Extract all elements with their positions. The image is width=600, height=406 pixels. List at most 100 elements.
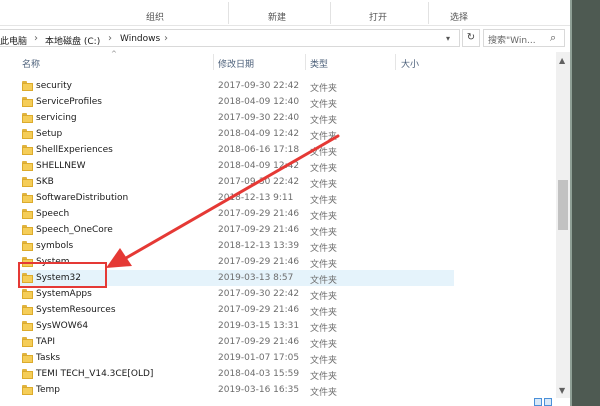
list-item[interactable]: Speech 2017-09-29 21:46 文件夹 [18, 206, 454, 222]
file-type: 文件夹 [310, 292, 338, 302]
ribbon-group-open[interactable]: 打开 [369, 10, 387, 23]
file-type: 文件夹 [310, 212, 338, 222]
breadcrumb[interactable]: 此电脑 › 本地磁盘 (C:) › Windows › ▾ [0, 29, 460, 47]
folder-icon [22, 81, 33, 91]
crumb-local-disk[interactable]: 本地磁盘 (C:) [45, 34, 100, 47]
file-type: 文件夹 [310, 148, 338, 158]
modified-date: 2019-03-15 13:31 [218, 321, 300, 331]
file-name: SHELLNEW [36, 161, 86, 171]
list-item[interactable]: servicing 2017-09-30 22:40 文件夹 [18, 110, 454, 126]
file-type: 文件夹 [310, 84, 338, 94]
file-name: SystemApps [36, 289, 92, 299]
modified-date: 2019-03-16 16:35 [218, 385, 300, 395]
list-item[interactable]: SysWOW64 2019-03-15 13:31 文件夹 [18, 318, 454, 334]
folder-icon [22, 177, 33, 187]
file-name: ServiceProfiles [36, 97, 102, 107]
search-placeholder: 搜索"Win... [488, 36, 536, 46]
ribbon-divider [228, 2, 229, 24]
list-item[interactable]: symbols 2018-12-13 13:39 文件夹 [18, 238, 454, 254]
file-name: ShellExperiences [36, 145, 113, 155]
column-header-size[interactable]: 大小 [401, 57, 419, 70]
file-type: 文件夹 [310, 180, 338, 190]
search-icon[interactable]: ⌕ [550, 31, 556, 45]
crumb-separator[interactable]: › [108, 33, 112, 44]
crumb-separator[interactable]: › [34, 33, 38, 44]
modified-date: 2019-03-13 8:57 [218, 273, 294, 283]
file-name: servicing [36, 113, 77, 123]
modified-date: 2018-04-09 12:42 [218, 129, 300, 139]
list-item[interactable]: Tasks 2019-01-07 17:05 文件夹 [18, 350, 454, 366]
file-type: 文件夹 [310, 196, 338, 206]
address-bar: 此电脑 › 本地磁盘 (C:) › Windows › ▾ ↻ 搜索"Win..… [0, 27, 570, 49]
folder-icon [22, 225, 33, 235]
column-headers: ^ 名称 修改日期 类型 大小 [0, 50, 556, 72]
column-divider[interactable] [305, 54, 306, 70]
scroll-up-icon[interactable]: ▲ [559, 56, 565, 65]
ribbon-group-new[interactable]: 新建 [268, 10, 286, 23]
list-item[interactable]: SoftwareDistribution 2018-12-13 9:11 文件夹 [18, 190, 454, 206]
crumb-separator[interactable]: › [164, 33, 168, 44]
file-name: Speech [36, 209, 70, 219]
view-toggle [532, 398, 568, 406]
list-item[interactable]: SHELLNEW 2018-04-09 12:42 文件夹 [18, 158, 454, 174]
file-type: 文件夹 [310, 276, 338, 286]
sort-ascending-icon: ^ [111, 50, 117, 58]
modified-date: 2018-12-13 9:11 [218, 193, 294, 203]
list-item[interactable]: TAPI 2017-09-29 21:46 文件夹 [18, 334, 454, 350]
folder-icon [22, 369, 33, 379]
column-header-name[interactable]: 名称 [22, 57, 40, 70]
file-type: 文件夹 [310, 116, 338, 126]
column-divider[interactable] [395, 54, 396, 70]
crumb-this-pc[interactable]: 此电脑 [0, 34, 27, 47]
chevron-down-icon[interactable]: ▾ [446, 34, 450, 43]
modified-date: 2017-09-30 22:40 [218, 113, 300, 123]
list-item[interactable]: SKB 2017-09-30 22:42 文件夹 [18, 174, 454, 190]
file-name: SysWOW64 [36, 321, 89, 331]
ribbon-divider [428, 2, 429, 24]
column-header-date[interactable]: 修改日期 [218, 57, 254, 70]
ribbon-group-select[interactable]: 选择 [450, 10, 468, 23]
folder-icon [22, 97, 33, 107]
modified-date: 2017-09-29 21:46 [218, 305, 300, 315]
list-item[interactable]: SystemResources 2017-09-29 21:46 文件夹 [18, 302, 454, 318]
file-type: 文件夹 [310, 228, 338, 238]
scrollbar-thumb[interactable] [558, 180, 568, 230]
scroll-down-icon[interactable]: ▼ [559, 386, 565, 395]
vertical-scrollbar[interactable]: ▲ ▼ [556, 52, 570, 398]
file-type: 文件夹 [310, 244, 338, 254]
search-input[interactable]: 搜索"Win... ⌕ [483, 29, 565, 47]
modified-date: 2017-09-29 21:46 [218, 257, 300, 267]
ribbon-group-organize[interactable]: 组织 [146, 10, 164, 23]
folder-icon [22, 145, 33, 155]
file-name: TEMI TECH_V14.3CE[OLD] [36, 369, 154, 379]
crumb-windows[interactable]: Windows [120, 34, 160, 44]
large-icons-view-icon[interactable] [544, 398, 552, 406]
list-item[interactable]: TEMI TECH_V14.3CE[OLD] 2018-04-03 15:59 文件… [18, 366, 454, 382]
refresh-icon[interactable]: ↻ [462, 29, 480, 47]
modified-date: 2018-04-03 15:59 [218, 369, 300, 379]
modified-date: 2018-04-09 12:40 [218, 97, 300, 107]
list-item[interactable]: Temp 2019-03-16 16:35 文件夹 [18, 382, 454, 398]
modified-date: 2018-06-16 17:18 [218, 145, 300, 155]
column-divider[interactable] [213, 54, 214, 70]
list-item[interactable]: SystemApps 2017-09-30 22:42 文件夹 [18, 286, 454, 302]
file-name: security [36, 81, 72, 91]
file-type: 文件夹 [310, 132, 338, 142]
file-type: 文件夹 [310, 356, 338, 366]
modified-date: 2019-01-07 17:05 [218, 353, 300, 363]
ribbon-divider [330, 2, 331, 24]
folder-icon [22, 209, 33, 219]
list-item[interactable]: security 2017-09-30 22:42 文件夹 [18, 78, 454, 94]
file-name: SKB [36, 177, 54, 187]
file-name: TAPI [36, 337, 56, 347]
column-header-type[interactable]: 类型 [310, 57, 328, 70]
list-item[interactable]: ShellExperiences 2018-06-16 17:18 文件夹 [18, 142, 454, 158]
list-item[interactable]: ServiceProfiles 2018-04-09 12:40 文件夹 [18, 94, 454, 110]
folder-icon [22, 337, 33, 347]
file-explorer-window: 组织 新建 打开 选择 此电脑 › 本地磁盘 (C:) › Windows › … [0, 0, 570, 406]
modified-date: 2018-04-09 12:42 [218, 161, 300, 171]
file-name: Temp [36, 385, 60, 395]
list-item[interactable]: Speech_OneCore 2017-09-29 21:46 文件夹 [18, 222, 454, 238]
list-item[interactable]: Setup 2018-04-09 12:42 文件夹 [18, 126, 454, 142]
details-view-icon[interactable] [534, 398, 542, 406]
